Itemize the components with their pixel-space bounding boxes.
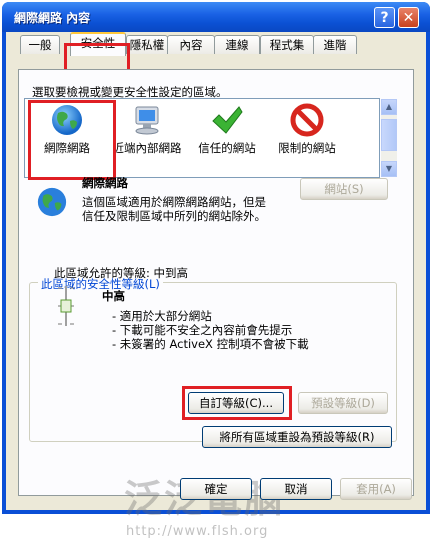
checkmark-icon bbox=[210, 103, 244, 137]
watermark-url: http://www.flsh.org bbox=[126, 524, 269, 539]
default-level-button[interactable]: 預設等級(D) bbox=[298, 392, 388, 414]
level-bullet: - 未簽署的 ActiveX 控制項不會被下載 bbox=[112, 337, 309, 351]
tab-advanced[interactable]: 進階 bbox=[313, 35, 357, 54]
zone-description-line2: 信任及限制區域中所列的網站除外。 bbox=[82, 209, 266, 223]
apply-button[interactable]: 套用(A) bbox=[340, 478, 412, 500]
scroll-up-icon[interactable]: ▲ bbox=[381, 99, 397, 115]
tab-privacy[interactable]: 隱私權 bbox=[126, 35, 168, 54]
zone-label: 限制的網站 bbox=[278, 141, 336, 155]
tab-connections[interactable]: 連線 bbox=[214, 35, 260, 54]
sites-button[interactable]: 網站(S) bbox=[300, 178, 388, 200]
title-bar[interactable]: 網際網路 內容 ? ✕ bbox=[2, 2, 430, 32]
scroll-down-icon[interactable]: ▼ bbox=[381, 161, 397, 177]
help-button[interactable]: ? bbox=[374, 7, 395, 28]
dialog-body: 一般 安全性 隱私權 內容 連線 程式集 進階 選取要檢視或變更安全性設定的區域… bbox=[6, 32, 426, 539]
zone-label: 信任的網站 bbox=[198, 141, 256, 155]
security-level-name: 中高 bbox=[102, 289, 125, 303]
security-level-slider[interactable] bbox=[54, 284, 78, 328]
restricted-icon bbox=[290, 103, 324, 137]
cancel-button[interactable]: 取消 bbox=[260, 478, 332, 500]
zone-label: 近端內部網路 bbox=[112, 141, 182, 155]
dialog-window: 網際網路 內容 ? ✕ 一般 安全性 隱私權 內容 連線 程式集 進階 選取要檢… bbox=[2, 2, 430, 539]
scroll-thumb[interactable] bbox=[381, 119, 397, 151]
window-title: 網際網路 內容 bbox=[14, 11, 91, 25]
reset-all-zones-button[interactable]: 將所有區域重設為預設等級(R) bbox=[202, 426, 392, 448]
custom-level-highlight bbox=[182, 386, 292, 420]
close-button[interactable]: ✕ bbox=[398, 7, 419, 28]
zone-trusted-sites[interactable]: 信任的網站 bbox=[191, 103, 263, 156]
selected-zone-name: 網際網路 bbox=[82, 176, 128, 190]
internet-zone-highlight bbox=[28, 100, 116, 180]
tab-general[interactable]: 一般 bbox=[20, 35, 60, 54]
tab-content[interactable]: 內容 bbox=[167, 35, 215, 54]
ok-button[interactable]: 確定 bbox=[180, 478, 252, 500]
selected-zone-globe-icon bbox=[36, 186, 68, 221]
tab-programs[interactable]: 程式集 bbox=[260, 35, 314, 54]
zone-restricted-sites[interactable]: 限制的網站 bbox=[271, 103, 343, 156]
intranet-computer-icon bbox=[130, 103, 164, 137]
allowed-level-text: 此區域允許的等級: 中到高 bbox=[54, 266, 189, 280]
zone-scrollbar[interactable]: ▲ ▼ bbox=[381, 99, 397, 177]
zone-local-intranet[interactable]: 近端內部網路 bbox=[111, 103, 183, 156]
